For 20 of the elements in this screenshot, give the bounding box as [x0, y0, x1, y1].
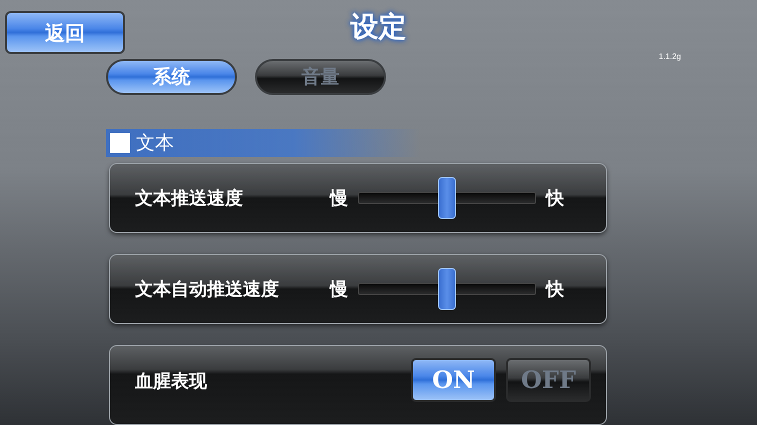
slider-thumb[interactable] — [438, 268, 456, 310]
page-title: 设定 — [350, 9, 406, 45]
toggle-option[interactable]: OFF — [506, 358, 591, 402]
slow-label: 慢 — [330, 186, 348, 210]
section-title: 文本 — [136, 130, 174, 156]
setting-label: 文本推送速度 — [135, 186, 244, 210]
tab[interactable]: 音量 — [255, 59, 386, 95]
version-label: 1.1.2g — [658, 51, 681, 63]
fast-label: 快 — [546, 278, 564, 302]
slider[interactable] — [358, 177, 536, 219]
slider[interactable] — [358, 268, 536, 310]
fast-label: 快 — [546, 186, 564, 210]
toggle-option[interactable]: ON — [411, 358, 496, 402]
slider-thumb[interactable] — [438, 177, 456, 219]
setting-label: 文本自动推送速度 — [135, 278, 280, 302]
back-button[interactable]: 返回 — [5, 11, 125, 54]
setting-label: 血腥表现 — [135, 370, 208, 394]
slow-label: 慢 — [330, 278, 348, 302]
square-icon — [110, 133, 130, 153]
tab[interactable]: 系统 — [106, 59, 237, 95]
